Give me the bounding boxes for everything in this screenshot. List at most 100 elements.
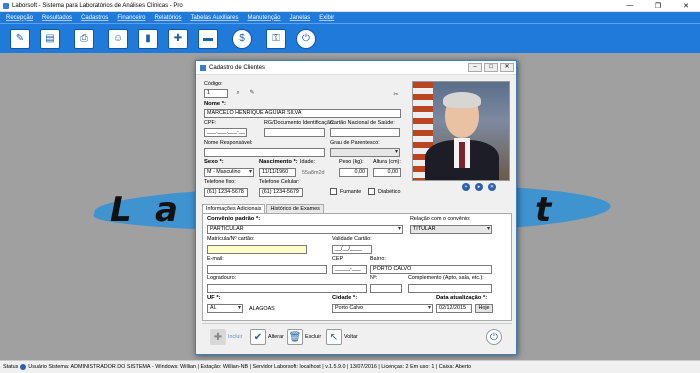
menu-janelas[interactable]: Janelas	[290, 15, 311, 21]
fone-label: Telefone fixo:	[204, 179, 236, 185]
add-photo-icon[interactable]: +	[462, 183, 470, 191]
convenio-label: Convênio padrão *:	[207, 216, 261, 222]
maximize-button[interactable]: ❐	[644, 2, 672, 10]
close-button[interactable]: ✕	[672, 2, 700, 10]
uf-label: UF *:	[207, 295, 221, 301]
convenio-select[interactable]: PARTICULAR	[207, 225, 403, 234]
notepad-icon[interactable]: ✎	[10, 28, 30, 49]
minimize-button[interactable]: —	[616, 2, 644, 9]
power-icon: ⏻	[486, 329, 502, 345]
excluir-label: Excluir	[305, 334, 322, 340]
fone-field[interactable]: (61) 1234-5678	[204, 188, 248, 197]
nome-label: Nome *:	[204, 101, 226, 107]
cns-field[interactable]	[330, 128, 400, 137]
tab-strip: Informações Adicionais Histórico de Exam…	[202, 204, 325, 213]
atualizacao-field[interactable]: 02/12/2015	[436, 304, 472, 313]
dialog-maximize-button[interactable]: □	[484, 63, 498, 72]
status-bar: Status Usuário Sistema: ADMINISTRADOR DO…	[0, 360, 700, 373]
validade-label: Validade Cartão:	[332, 236, 372, 242]
complemento-field[interactable]	[408, 284, 492, 293]
fumante-checkbox[interactable]	[330, 188, 337, 195]
parentesco-select[interactable]	[330, 148, 400, 157]
bairro-field[interactable]: PORTO CALVO	[370, 265, 492, 274]
numero-label: Nº:	[370, 275, 378, 281]
menu-tabelas-auxiliares[interactable]: Tabelas Auxiliares	[190, 15, 238, 21]
window-titlebar: Laborsoft - Sistema para Laboratórios de…	[0, 0, 700, 12]
people-icon[interactable]: ☺	[108, 28, 128, 49]
dialog-footer: ✚ Incluir ✔ Alterar 🗑 Excluir ↖ Voltar ⏻	[202, 323, 512, 351]
matricula-field[interactable]	[207, 245, 307, 254]
plus-icon: ✚	[210, 329, 226, 345]
incluir-label: Incluir	[228, 334, 243, 340]
hoje-button[interactable]: Hoje	[475, 304, 493, 313]
rg-field[interactable]	[264, 128, 325, 137]
cep-field[interactable]: _____-___	[332, 265, 367, 274]
dialog-close-button[interactable]: ✕	[500, 63, 514, 72]
celular-field[interactable]: (61) 1234-5679	[259, 188, 303, 197]
status-caixa: Caixa: Aberto	[438, 364, 472, 370]
car-icon[interactable]: ▬	[198, 28, 218, 49]
tab-informacoes-adicionais[interactable]: Informações Adicionais	[202, 204, 266, 213]
window-title: Laborsoft - Sistema para Laboratórios de…	[12, 2, 183, 9]
money-icon[interactable]: $	[232, 28, 252, 49]
informacoes-panel: Convênio padrão *: PARTICULAR Relação co…	[202, 213, 512, 321]
next-photo-icon[interactable]: ▸	[475, 183, 483, 191]
parentesco-label: Grau de Parentesco:	[330, 140, 380, 146]
uf-name: ALAGOAS	[249, 306, 275, 312]
email-label: E-mail:	[207, 256, 224, 262]
matricula-label: Matrícula/Nº cartão:	[207, 236, 255, 242]
tab-historico-exames[interactable]: Histórico de Exames	[266, 204, 324, 213]
logradouro-field[interactable]	[207, 284, 367, 293]
document-icon[interactable]: ▤	[40, 28, 60, 49]
peso-field[interactable]: 0,00	[339, 168, 368, 177]
nome-field[interactable]: MARCELO HENRIQUE AGUIAR SILVA	[204, 109, 401, 118]
responsavel-field[interactable]	[204, 148, 325, 157]
menu-exibir[interactable]: Exibir	[319, 15, 334, 21]
menu-financeiro[interactable]: Financeiro	[117, 15, 145, 21]
cpf-label: CPF:	[204, 120, 217, 126]
menu-relatorios[interactable]: Relatórios	[154, 15, 181, 21]
menu-manutencao[interactable]: Manutenção	[247, 15, 280, 21]
menu-resultados[interactable]: Resultados	[42, 15, 72, 21]
altura-field[interactable]: 0,00	[373, 168, 401, 177]
menu-cadastros[interactable]: Cadastros	[81, 15, 108, 21]
menu-recepcao[interactable]: Recepção	[6, 15, 33, 21]
alterar-label: Alterar	[268, 334, 284, 340]
remove-photo-icon[interactable]: ✕	[488, 183, 496, 191]
alterar-button[interactable]: ✔ Alterar	[250, 328, 284, 346]
menu-bar: Recepção Resultados Cadastros Financeiro…	[0, 12, 700, 23]
idade-value: 55a8m2d	[302, 170, 325, 176]
edit-icon[interactable]: ✎	[248, 89, 256, 97]
search-icon[interactable]: ⌕	[234, 89, 242, 97]
uf-select[interactable]: AL	[207, 304, 243, 313]
dialog-titlebar: Cadastro de Clientes – □ ✕	[196, 61, 516, 75]
status-data: 13/07/2016	[349, 364, 377, 370]
printer-icon[interactable]: ⎙	[74, 28, 94, 49]
sexo-select[interactable]: M - Masculino	[204, 168, 254, 177]
cidade-select[interactable]: Porto Calvo	[332, 304, 433, 313]
syringe-icon[interactable]: ✚	[168, 28, 188, 49]
status-em-uso: Em uso: 1	[410, 364, 435, 370]
status-label: Status	[3, 364, 19, 370]
nascimento-label: Nascimento *:	[259, 159, 298, 165]
incluir-button[interactable]: ✚ Incluir	[210, 328, 242, 346]
dialog-power-button[interactable]: ⏻	[486, 328, 504, 346]
lock-icon[interactable]: ⚿	[266, 28, 286, 49]
book-icon[interactable]: ▮	[138, 28, 158, 49]
diabetico-label: Diabético	[378, 189, 401, 195]
power-icon[interactable]: ⏻	[296, 28, 316, 49]
cpf-field[interactable]: ___.___.___-__	[204, 128, 247, 137]
email-field[interactable]	[207, 265, 327, 274]
relacao-select[interactable]: TITULAR	[410, 225, 492, 234]
cep-label: CEP	[332, 256, 344, 262]
nascimento-field[interactable]: 11/11/1960	[259, 168, 296, 177]
validade-field[interactable]: __/__/____	[332, 245, 372, 254]
codigo-field[interactable]: 1	[204, 89, 228, 98]
numero-field[interactable]	[370, 284, 402, 293]
voltar-button[interactable]: ↖ Voltar	[326, 328, 358, 346]
dialog-minimize-button[interactable]: –	[468, 63, 482, 72]
bairro-label: Bairro:	[370, 256, 386, 262]
excluir-button[interactable]: 🗑 Excluir	[287, 328, 321, 346]
clear-photo-icon[interactable]: ✂	[392, 91, 400, 99]
diabetico-checkbox[interactable]	[368, 188, 375, 195]
